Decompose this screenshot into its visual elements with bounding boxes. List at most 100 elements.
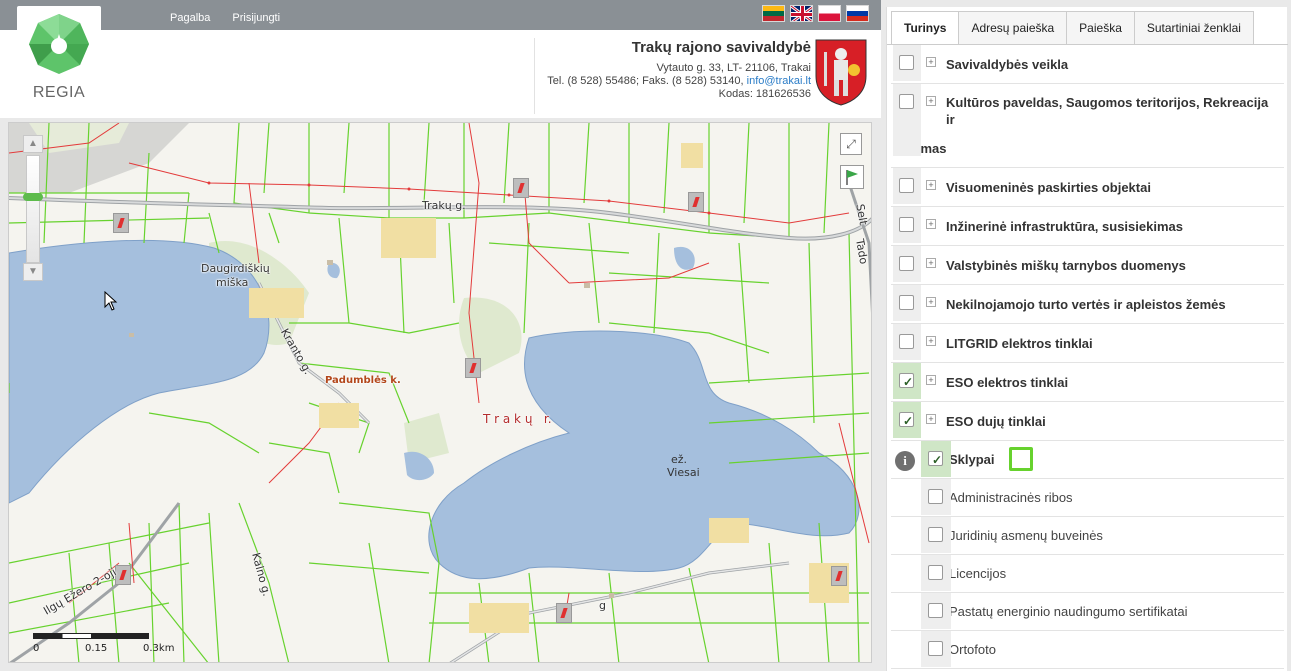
layer-checkbox[interactable]	[893, 84, 921, 156]
tab-turinys[interactable]: Turinys	[891, 11, 960, 44]
map-label-village: Padumblės k.	[325, 375, 401, 386]
top-bar: Pagalba Prisijungti	[0, 0, 881, 30]
layer-checkbox[interactable]	[893, 246, 921, 282]
layer-item[interactable]: + Inžinerinė infrastruktūra, susisiekima…	[891, 207, 1284, 246]
map-label-road: g	[599, 599, 606, 612]
layer-checkbox[interactable]	[921, 479, 951, 515]
layer-label[interactable]: Valstybinės miškų tarnybos duomenys	[891, 246, 1284, 284]
checkbox-box	[928, 641, 943, 656]
layer-item[interactable]: ✓ + ESO elektros tinklai	[891, 363, 1284, 402]
layer-checkbox[interactable]	[893, 207, 921, 243]
email-link[interactable]: info@trakai.lt	[747, 75, 811, 87]
layer-item[interactable]: + Visuomeninės paskirties objektai	[891, 168, 1284, 207]
eso-marker-icon[interactable]	[465, 358, 481, 378]
eso-marker-icon[interactable]	[556, 603, 572, 623]
layer-item[interactable]: + Kultūros paveldas, Saugomos teritorijo…	[891, 84, 1284, 168]
layer-item[interactable]: ✓ + ESO dujų tinklai	[891, 402, 1284, 441]
layer-label[interactable]: ESO elektros tinklai	[891, 363, 1284, 401]
eso-marker-icon[interactable]	[831, 566, 847, 586]
layer-checkbox[interactable]	[893, 285, 921, 321]
sublayer-item[interactable]: Juridinių asmenų buveinės	[891, 517, 1284, 555]
checkmark-icon: ✓	[903, 414, 914, 428]
marker-flag-button[interactable]	[840, 165, 864, 189]
map-view[interactable]: Trakų g. Daugirdiškių miška Kranto g. Pa…	[8, 122, 872, 663]
layer-checkbox[interactable]	[921, 517, 951, 553]
checkbox-box	[928, 603, 943, 618]
layer-label[interactable]: Visuomeninės paskirties objektai	[891, 168, 1284, 206]
eso-marker-icon[interactable]	[113, 213, 129, 233]
eso-marker-icon[interactable]	[688, 192, 704, 212]
layer-label[interactable]: Nekilnojamojo turto vertės ir apleistos …	[891, 285, 1284, 323]
gb-flag-icon[interactable]	[790, 5, 813, 22]
scale-label: 0.15	[85, 643, 108, 654]
flag-icon	[846, 170, 858, 185]
checkbox-box: ✓	[899, 373, 914, 389]
zoom-slider[interactable]	[26, 155, 40, 263]
expand-plus-icon[interactable]: +	[926, 57, 936, 67]
checkbox-box	[928, 489, 943, 504]
zoom-in-button[interactable]: ▲	[23, 135, 43, 153]
expand-plus-icon[interactable]: +	[926, 258, 936, 268]
checkbox-box: ✓	[899, 412, 914, 428]
municipality-info: Trakų rajono savivaldybė Vytauto g. 33, …	[547, 40, 811, 101]
info-icon[interactable]: i	[895, 451, 915, 471]
municipality-name: Trakų rajono savivaldybė	[631, 39, 811, 56]
tab-search[interactable]: Paieška	[1066, 11, 1135, 44]
checkbox-box	[899, 94, 914, 109]
logo[interactable]: REGIA	[17, 6, 101, 118]
checkbox-box	[928, 565, 943, 580]
map-label-lake: Viesai	[667, 466, 700, 479]
layer-checkbox[interactable]: ✓	[893, 363, 921, 399]
layer-list: + Savivaldybės veikla + Kultūros pavelda…	[891, 45, 1284, 669]
layer-checkbox[interactable]	[893, 324, 921, 360]
layer-item[interactable]: + Savivaldybės veikla	[891, 45, 1284, 84]
checkbox-box	[899, 334, 914, 349]
language-flags	[762, 5, 869, 22]
expand-plus-icon[interactable]: +	[926, 180, 936, 190]
layer-label[interactable]: Kultūros paveldas, Saugomos teritorijos,…	[891, 84, 1284, 167]
zoom-out-button[interactable]: ▼	[23, 263, 43, 281]
top-nav: Pagalba Prisijungti	[170, 12, 280, 24]
expand-plus-icon[interactable]: +	[926, 414, 936, 424]
checkbox-box	[928, 527, 943, 542]
checkbox-box	[899, 295, 914, 310]
pl-flag-icon[interactable]	[818, 5, 841, 22]
layer-label[interactable]: Savivaldybės veikla	[891, 45, 1284, 83]
expand-plus-icon[interactable]: +	[926, 297, 936, 307]
layer-checkbox[interactable]	[921, 631, 951, 667]
layer-item[interactable]: + Nekilnojamojo turto vertės ir apleisto…	[891, 285, 1284, 324]
tab-legend[interactable]: Sutartiniai ženklai	[1133, 11, 1254, 44]
ru-flag-icon[interactable]	[846, 5, 869, 22]
layer-checkbox[interactable]	[921, 593, 951, 629]
login-link[interactable]: Prisijungti	[232, 12, 280, 24]
layer-item[interactable]: + LITGRID elektros tinklai	[891, 324, 1284, 363]
sublayer-item[interactable]: Ortofoto	[891, 631, 1284, 669]
layer-checkbox[interactable]: ✓	[921, 441, 951, 477]
expand-plus-icon[interactable]: +	[926, 336, 936, 346]
layer-checkbox[interactable]	[893, 45, 921, 81]
fullscreen-button[interactable]: ⤢	[840, 133, 862, 155]
layer-checkbox[interactable]	[921, 555, 951, 591]
layer-label[interactable]: Inžinerinė infrastruktūra, susisiekimas	[891, 207, 1284, 245]
checkmark-icon: ✓	[932, 453, 943, 467]
tab-address-search[interactable]: Adresų paieška	[958, 11, 1068, 44]
layer-item[interactable]: + Valstybinės miškų tarnybos duomenys	[891, 246, 1284, 285]
scale-label: 0	[33, 643, 40, 654]
help-link[interactable]: Pagalba	[170, 12, 210, 24]
expand-plus-icon[interactable]: +	[926, 96, 936, 106]
map-label-forest: miška	[216, 276, 249, 289]
sublayer-item[interactable]: Licencijos	[891, 555, 1284, 593]
sublayer-item[interactable]: Pastatų energinio naudingumo sertifikata…	[891, 593, 1284, 631]
eso-marker-icon[interactable]	[513, 178, 529, 198]
sublayer-item[interactable]: Administracinės ribos	[891, 479, 1284, 517]
expand-plus-icon[interactable]: +	[926, 219, 936, 229]
layer-label[interactable]: ESO dujų tinklai	[891, 402, 1284, 440]
lt-flag-icon[interactable]	[762, 5, 785, 22]
layer-label[interactable]: LITGRID elektros tinklai	[891, 324, 1284, 362]
layer-checkbox[interactable]: ✓	[893, 402, 921, 438]
layer-checkbox[interactable]	[893, 168, 921, 204]
coat-of-arms-icon	[815, 39, 867, 106]
expand-plus-icon[interactable]: +	[926, 375, 936, 385]
zoom-slider-handle[interactable]	[23, 193, 43, 201]
layer-item-sklypai[interactable]: i ✓ Sklypai	[891, 441, 1284, 479]
